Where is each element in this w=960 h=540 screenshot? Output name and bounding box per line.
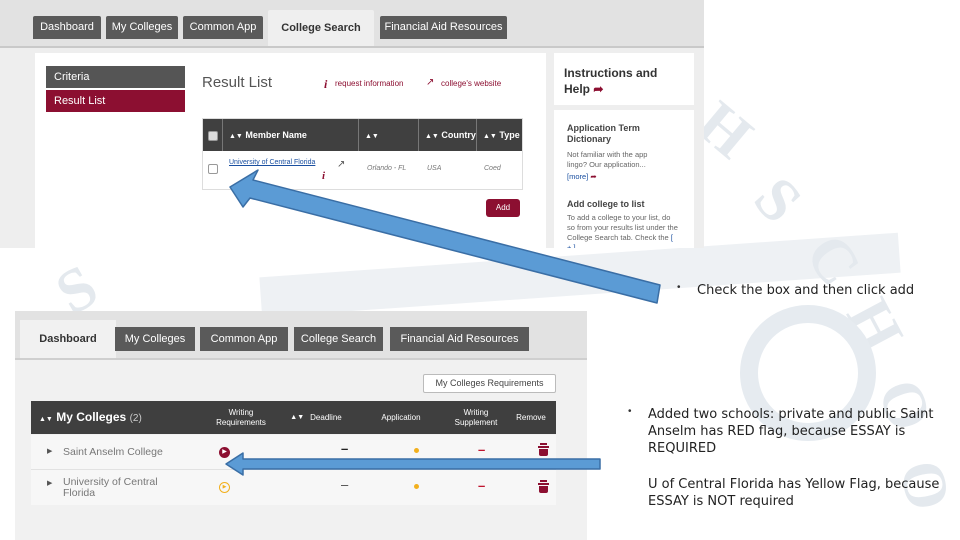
search-panel: Criteria Result List Result List i reque… <box>35 53 546 248</box>
trash-icon[interactable] <box>538 443 549 456</box>
type-cell: Coed <box>484 165 501 172</box>
college-search-screenshot: Dashboard My Colleges Common App College… <box>0 0 704 248</box>
row-checkbox[interactable] <box>208 164 218 174</box>
application-status-dot <box>414 484 419 489</box>
tab-financial-aid[interactable]: Financial Aid Resources <box>380 16 507 39</box>
top-tab-bar: Dashboard My Colleges Common App College… <box>0 0 704 48</box>
tab-dashboard[interactable]: Dashboard <box>33 16 101 39</box>
info-icon: i <box>324 77 328 91</box>
step2-note: Added two schools: private and public Sa… <box>648 407 934 456</box>
bullet-1: • <box>677 282 681 293</box>
my-colleges-title: ▲▼ My Colleges (2) <box>39 410 142 424</box>
result-table: ▲▼ Member Name ▲▼ Location ▲▼ Country ▲▼… <box>202 118 523 190</box>
tab-my-colleges[interactable]: My Colleges <box>106 16 178 39</box>
tab-common-app[interactable]: Common App <box>200 327 288 351</box>
tab-dashboard[interactable]: Dashboard <box>20 320 116 358</box>
college-name[interactable]: University of Central Florida <box>63 477 173 499</box>
deadline-value: – <box>341 441 349 456</box>
yellow-flag-icon: ▶ <box>219 482 230 493</box>
sidebar-item-result-list[interactable]: Result List <box>46 90 185 112</box>
step3-note: U of Central Florida has Yellow Flag, be… <box>648 477 940 509</box>
share-icon: ↗ <box>426 77 435 88</box>
tab-college-search[interactable]: College Search <box>268 10 374 46</box>
red-flag-icon: ▶ <box>219 447 230 458</box>
column-writing-requirements[interactable]: Writing Requirements <box>207 401 275 434</box>
trash-icon[interactable] <box>538 480 549 493</box>
bottom-tab-bar: Dashboard My Colleges Common App College… <box>15 311 587 360</box>
tab-my-colleges[interactable]: My Colleges <box>115 327 195 351</box>
arrow-icon: ➦ <box>590 172 597 181</box>
my-colleges-requirements-button[interactable]: My Colleges Requirements <box>423 374 556 393</box>
row-info-icon[interactable]: i <box>322 170 325 182</box>
column-type[interactable]: ▲▼ Type <box>477 119 522 151</box>
college-name-link[interactable]: University of Central Florida <box>229 159 315 166</box>
my-colleges-header: ▲▼ My Colleges (2) Writing Requirements … <box>31 401 556 434</box>
college-name[interactable]: Saint Anselm College <box>63 446 163 458</box>
tab-college-search[interactable]: College Search <box>294 327 383 351</box>
add-college-title: Add college to list <box>567 199 645 209</box>
supplement-value: – <box>478 478 486 493</box>
term-dictionary-title: Application Term Dictionary <box>567 123 640 144</box>
table-row: University of Central Florida i ↗ Orland… <box>203 152 522 189</box>
my-colleges-screenshot: Dashboard My Colleges Common App College… <box>15 311 587 540</box>
expand-icon[interactable]: ▶ <box>47 447 52 455</box>
expand-icon[interactable]: ▶ <box>47 479 52 487</box>
select-all-checkbox[interactable] <box>208 131 218 141</box>
tab-common-app[interactable]: Common App <box>183 16 263 39</box>
table-row[interactable]: ▶ Saint Anselm College ▶ – – <box>31 435 556 470</box>
bullet-2: • <box>628 406 632 417</box>
arrow-icon: ➦ <box>593 82 604 96</box>
sort-icon: ▲▼ <box>425 133 439 140</box>
result-list-title: Result List <box>202 74 273 91</box>
instructions-title: Instructions and Help ➦ <box>564 66 658 96</box>
deadline-value: – <box>341 477 349 492</box>
sort-icon: ▲▼ <box>290 413 305 421</box>
application-status-dot <box>414 448 419 453</box>
instructions-panel: Instructions and Help ➦ <box>554 53 694 105</box>
add-button[interactable]: Add <box>486 199 520 217</box>
row-share-icon[interactable]: ↗ <box>337 159 345 170</box>
column-writing-supplement[interactable]: Writing Supplement <box>446 401 506 434</box>
column-location[interactable]: ▲▼ Location <box>359 119 419 174</box>
watermark-letter: S <box>740 164 815 236</box>
college-website-link[interactable]: college's website <box>441 79 501 88</box>
request-information-link[interactable]: request information <box>335 79 403 88</box>
location-cell: Orlando - FL <box>367 165 407 172</box>
country-cell: USA <box>427 165 442 172</box>
column-member-name[interactable]: ▲▼ Member Name <box>223 119 359 151</box>
more-link[interactable]: [more] ➦ <box>567 172 597 181</box>
table-row[interactable]: ▶ University of Central Florida ▶ – – <box>31 470 556 505</box>
select-all-header <box>203 119 223 151</box>
sort-icon: ▲▼ <box>483 133 497 140</box>
column-remove[interactable]: Remove <box>511 401 551 434</box>
sort-icon: ▲▼ <box>365 133 379 140</box>
column-application[interactable]: Application <box>371 401 431 434</box>
column-country[interactable]: ▲▼ Country <box>419 119 477 151</box>
sort-icon: ▲▼ <box>229 133 243 140</box>
term-dictionary-text: Not familiar with the app lingo? Our app… <box>567 150 648 169</box>
sort-icon: ▲▼ <box>39 416 53 423</box>
step1-note: Check the box and then click add <box>697 283 915 298</box>
help-panel: Application Term Dictionary Not familiar… <box>554 110 694 248</box>
supplement-value: – <box>478 442 486 457</box>
add-college-text: To add a college to your list, do so fro… <box>567 213 679 248</box>
tab-financial-aid[interactable]: Financial Aid Resources <box>390 327 529 351</box>
column-deadline[interactable]: ▲▼ Deadline <box>281 401 351 434</box>
sidebar-item-criteria[interactable]: Criteria <box>46 66 185 88</box>
